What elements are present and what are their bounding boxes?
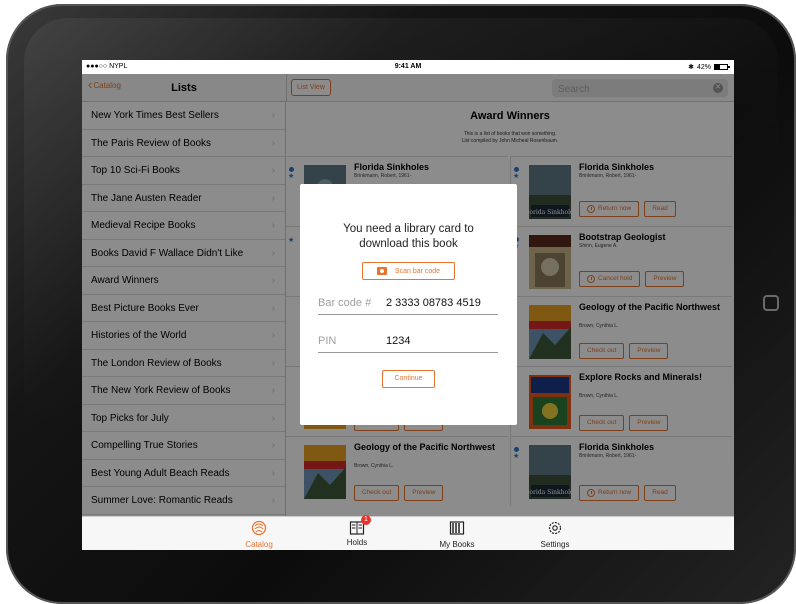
holds-icon-wrap: 1 bbox=[349, 515, 371, 536]
battery-indicator: ✱ 42% bbox=[688, 63, 730, 71]
dialog-message-line2: download this book bbox=[359, 238, 458, 250]
tab-label: My Books bbox=[439, 540, 475, 549]
clock: 9:41 AM bbox=[394, 63, 422, 70]
tab-catalog[interactable]: Catalog bbox=[219, 520, 299, 549]
barcode-label: Bar code # bbox=[318, 297, 372, 309]
battery-percent: 42% bbox=[696, 63, 711, 71]
my-books-icon bbox=[449, 521, 465, 535]
home-button[interactable] bbox=[763, 295, 779, 311]
status-bar: ●●●○○ NYPL 9:41 AM ✱ 42% bbox=[82, 60, 734, 74]
tab-holds[interactable]: 1 Holds bbox=[317, 515, 397, 547]
pin-input[interactable]: 1234 bbox=[386, 335, 410, 347]
pin-label: PIN bbox=[318, 335, 337, 347]
tab-label: Catalog bbox=[245, 540, 273, 549]
barcode-field[interactable]: Bar code # 2 3333 08783 4519 bbox=[318, 297, 498, 315]
library-card-dialog: You need a library card to download this… bbox=[300, 184, 517, 425]
tab-label: Settings bbox=[540, 540, 570, 549]
battery-icon bbox=[714, 64, 730, 70]
continue-button[interactable]: Continue bbox=[382, 370, 435, 388]
tab-settings[interactable]: Settings bbox=[515, 520, 595, 549]
settings-icon bbox=[548, 521, 562, 535]
screen: ●●●○○ NYPL 9:41 AM ✱ 42% ‹ Catalog Lists… bbox=[82, 60, 734, 550]
scan-bar-code-button[interactable]: Scan bar code bbox=[362, 262, 455, 280]
tab-label: Holds bbox=[346, 538, 368, 547]
scan-label: Scan bar code bbox=[394, 267, 441, 275]
barcode-input[interactable]: 2 3333 08783 4519 bbox=[386, 297, 481, 309]
holds-badge: 1 bbox=[361, 515, 371, 525]
bluetooth-icon: ✱ bbox=[688, 64, 694, 71]
device-frame: ●●●○○ NYPL 9:41 AM ✱ 42% ‹ Catalog Lists… bbox=[0, 0, 796, 604]
pin-field[interactable]: PIN 1234 bbox=[318, 335, 498, 353]
tab-bar: Catalog 1 Holds My Books Settings bbox=[82, 515, 734, 550]
dialog-message-line1: You need a library card to bbox=[343, 223, 474, 235]
tab-my-books[interactable]: My Books bbox=[417, 520, 497, 549]
dialog-message: You need a library card to download this… bbox=[300, 222, 517, 252]
camera-icon bbox=[376, 267, 387, 275]
catalog-icon bbox=[251, 520, 267, 536]
